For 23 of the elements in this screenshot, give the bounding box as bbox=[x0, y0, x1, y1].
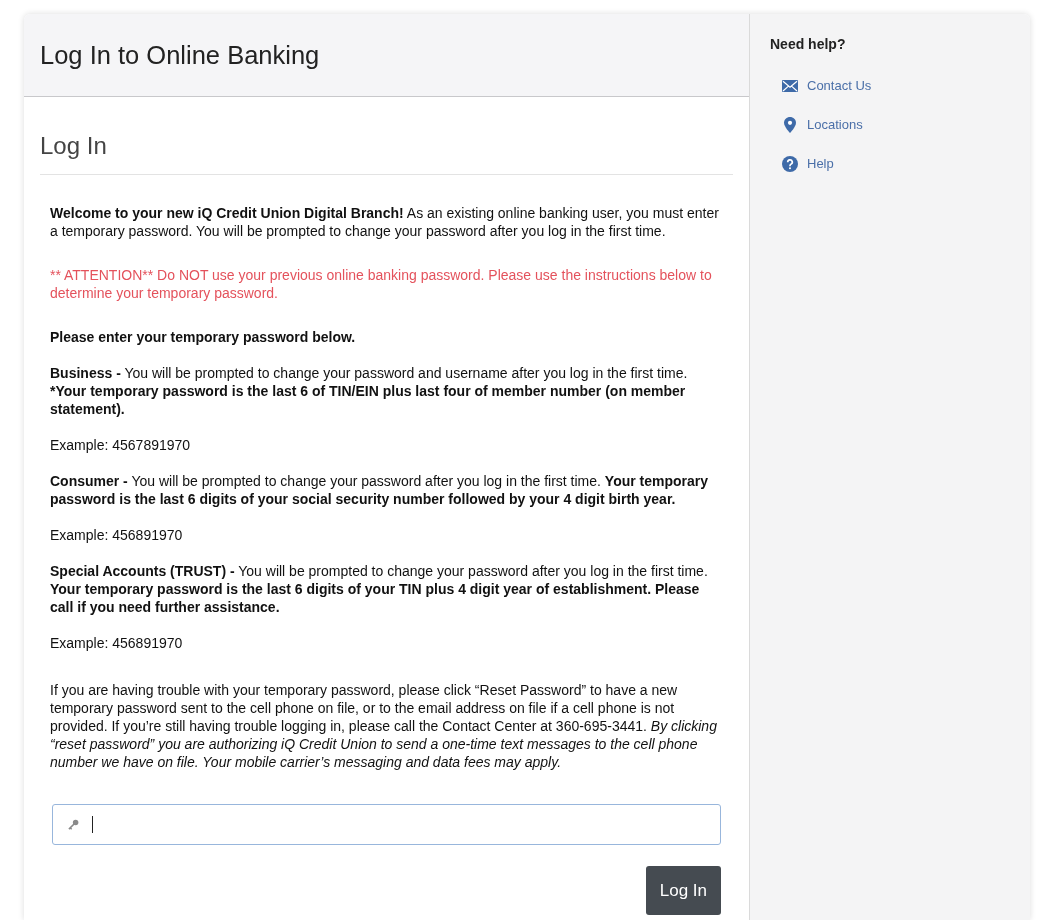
account-info-paragraph: Special Accounts (TRUST) - You will be prompted to change your password after you log in the first time. Your temporary password is the last 6 digits of your TIN plus 4 digit year of establishment. Please call if you need further assistance. bbox=[50, 562, 709, 616]
sidebar-link[interactable]: Help bbox=[770, 144, 834, 183]
account-info-paragraph: Consumer - You will be prompted to change your password after you log in the first time. Your temporary password is the last 6 digits of your social security number followed by your 4 digit birth year. bbox=[50, 472, 710, 508]
account-info-paragraph: Business - You will be prompted to change your password and username after you log in the first time. *Your temporary password is the last 6 of TIN/EIN plus last four of member number (on member statement). bbox=[50, 364, 689, 418]
example-text: Example: 456891970 bbox=[50, 526, 184, 544]
sidebar-link[interactable]: Contact Us bbox=[770, 66, 872, 105]
warning-text: ** ATTENTION** Do NOT use your previous online banking password. Please use the instructions below to determine your temporary password. bbox=[50, 266, 713, 302]
text-cursor-icon bbox=[92, 816, 93, 833]
password-field[interactable] bbox=[52, 804, 721, 845]
section-title: Log In bbox=[40, 131, 107, 160]
info-paragraph: If you are having trouble with your temporary password, please click “Reset Password” to have a new temporary password sent to the cell phone on file, or to the email address on file if a cell phone is not provided. If you’re still having trouble logging in, please call the Contact Center at 360-695-3441. By clicking “reset password” you are authorizing iQ Credit Union to send a one-time text messages to the cell phone number we have on file. Your mobile carrier’s messaging and data fees may apply. bbox=[50, 681, 718, 771]
example-text: Example: 4567891970 bbox=[50, 436, 192, 454]
login-button[interactable]: Log In bbox=[645, 866, 721, 915]
map-pin-icon bbox=[782, 116, 798, 133]
info-paragraph: Welcome to your new iQ Credit Union Digital Branch! As an existing online banking user, you must enter a temporary password. You will be prompted to change your password after you log in the first time. bbox=[50, 204, 720, 240]
question-circle-icon bbox=[782, 155, 798, 172]
key-icon bbox=[68, 819, 79, 830]
sidebar-link[interactable]: Locations bbox=[770, 105, 863, 144]
sidebar-title: Need help? bbox=[770, 35, 846, 54]
instruction-text: Please enter your temporary password below. bbox=[50, 328, 357, 346]
example-text: Example: 456891970 bbox=[50, 634, 184, 652]
page-title: Log In to Online Banking bbox=[40, 40, 320, 70]
envelope-icon bbox=[782, 77, 798, 94]
